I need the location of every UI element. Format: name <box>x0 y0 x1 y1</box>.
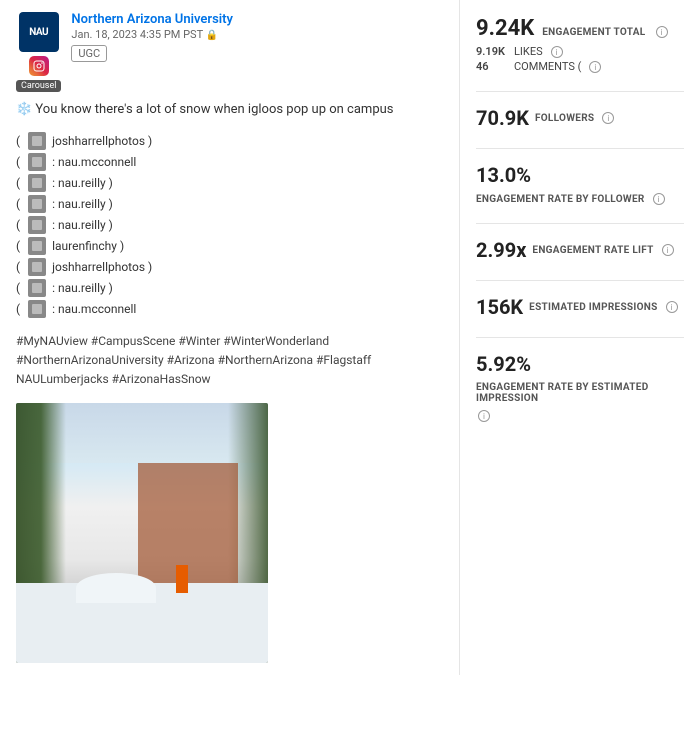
snow-mound <box>76 573 156 603</box>
followers-block: 70.9K FOLLOWERS i <box>476 106 684 130</box>
divider-1 <box>476 91 684 92</box>
engagement-rate-follower-row: 13.0% ENGAGEMENT RATE BY FOLLOWER i <box>476 163 684 205</box>
engagement-rate-lift-label: ENGAGEMENT RATE LIFT <box>532 245 653 256</box>
post-date: Jan. 18, 2023 4:35 PM PST 🔒 <box>71 28 443 41</box>
engagement-rate-impression-row: 5.92% ENGAGEMENT RATE BY ESTIMATED IMPRE… <box>476 352 684 422</box>
user-avatar <box>28 195 46 213</box>
engagement-total-block: 9.24K ENGAGEMENT TOTAL i 9.19K LIKES i 4… <box>476 16 684 73</box>
followers-info-icon[interactable]: i <box>602 112 614 124</box>
list-item: ( laurenfinchy ) <box>16 237 443 255</box>
likes-label: LIKES <box>514 45 543 58</box>
avatar: NAU <box>19 12 59 52</box>
estimated-impressions-value: 156K <box>476 295 523 319</box>
avatar-block: NAU Carousel <box>16 12 61 92</box>
carousel-badge: Carousel <box>16 80 61 92</box>
comments-value: 46 <box>476 60 508 73</box>
comments-info-icon[interactable]: i <box>589 61 601 73</box>
engagement-rate-follower-value: 13.0% <box>476 163 531 187</box>
sub-metrics: 9.19K LIKES i 46 COMMENTS ( i <box>476 45 684 73</box>
comments-label: COMMENTS ( <box>514 60 581 73</box>
right-panel: 9.24K ENGAGEMENT TOTAL i 9.19K LIKES i 4… <box>460 0 700 675</box>
lock-icon: 🔒 <box>206 30 218 41</box>
estimated-impressions-info-icon[interactable]: i <box>666 301 678 313</box>
engagement-rate-follower-block: 13.0% ENGAGEMENT RATE BY FOLLOWER i <box>476 163 684 205</box>
followers-label: FOLLOWERS <box>535 113 594 124</box>
list-item: ( : nau.mcconnell <box>16 300 443 318</box>
divider-3 <box>476 223 684 224</box>
user-avatar <box>28 279 46 297</box>
post-header: NAU Carousel Northern Arizona University… <box>16 12 443 92</box>
engagement-rate-impression-info-icon[interactable]: i <box>478 410 490 422</box>
user-avatar <box>28 132 46 150</box>
list-item: ( : nau.reilly ) <box>16 216 443 234</box>
engagement-rate-impression-block: 5.92% ENGAGEMENT RATE BY ESTIMATED IMPRE… <box>476 352 684 422</box>
list-item: ( : nau.reilly ) <box>16 174 443 192</box>
estimated-impressions-row: 156K ESTIMATED IMPRESSIONS i <box>476 295 684 319</box>
list-item: ( : nau.mcconnell <box>16 153 443 171</box>
user-avatar <box>28 300 46 318</box>
estimated-impressions-block: 156K ESTIMATED IMPRESSIONS i <box>476 295 684 319</box>
comments-row: 46 COMMENTS ( i <box>476 60 684 73</box>
user-avatar <box>28 174 46 192</box>
engagement-rate-impression-value: 5.92% <box>476 352 531 376</box>
engagement-rate-follower-label: ENGAGEMENT RATE BY FOLLOWER <box>476 194 645 205</box>
user-avatar <box>28 153 46 171</box>
ugc-tag: UGC <box>71 45 107 62</box>
estimated-impressions-label: ESTIMATED IMPRESSIONS <box>529 302 657 313</box>
post-meta: Northern Arizona University Jan. 18, 202… <box>71 12 443 62</box>
followers-row: 70.9K FOLLOWERS i <box>476 106 684 130</box>
post-image <box>16 403 268 663</box>
engagement-rate-impression-label: ENGAGEMENT RATE BY ESTIMATED IMPRESSION <box>476 382 684 404</box>
engagement-rate-lift-block: 2.99x ENGAGEMENT RATE LIFT i <box>476 238 684 262</box>
divider-2 <box>476 148 684 149</box>
engagement-rate-lift-value: 2.99x <box>476 238 526 262</box>
engagement-total-value: 9.24K <box>476 16 534 41</box>
likes-info-icon[interactable]: i <box>551 46 563 58</box>
list-item: ( joshharrellphotos ) <box>16 132 443 150</box>
engagement-rate-lift-row: 2.99x ENGAGEMENT RATE LIFT i <box>476 238 684 262</box>
hashtags: #MyNAUview #CampusScene #Winter #WinterW… <box>16 332 443 390</box>
tagged-users: ( joshharrellphotos ) ( : nau.mcconnell … <box>16 132 443 318</box>
person-figure <box>176 565 188 593</box>
post-caption: ❄️ You know there's a lot of snow when i… <box>16 100 443 120</box>
likes-row: 9.19K LIKES i <box>476 45 684 58</box>
engagement-rate-lift-info-icon[interactable]: i <box>662 244 674 256</box>
user-avatar <box>28 216 46 234</box>
list-item: ( : nau.reilly ) <box>16 279 443 297</box>
engagement-rate-follower-info-icon[interactable]: i <box>653 193 665 205</box>
engagement-total-row: 9.24K ENGAGEMENT TOTAL i <box>476 16 684 41</box>
engagement-total-info-icon[interactable]: i <box>656 26 668 38</box>
followers-value: 70.9K <box>476 106 529 130</box>
account-name[interactable]: Northern Arizona University <box>71 12 443 27</box>
divider-4 <box>476 280 684 281</box>
instagram-icon <box>29 56 49 76</box>
user-avatar <box>28 258 46 276</box>
engagement-total-label: ENGAGEMENT TOTAL <box>542 27 645 38</box>
divider-5 <box>476 337 684 338</box>
user-avatar <box>28 237 46 255</box>
likes-value: 9.19K <box>476 45 508 58</box>
list-item: ( : nau.reilly ) <box>16 195 443 213</box>
list-item: ( joshharrellphotos ) <box>16 258 443 276</box>
left-panel: NAU Carousel Northern Arizona University… <box>0 0 460 675</box>
